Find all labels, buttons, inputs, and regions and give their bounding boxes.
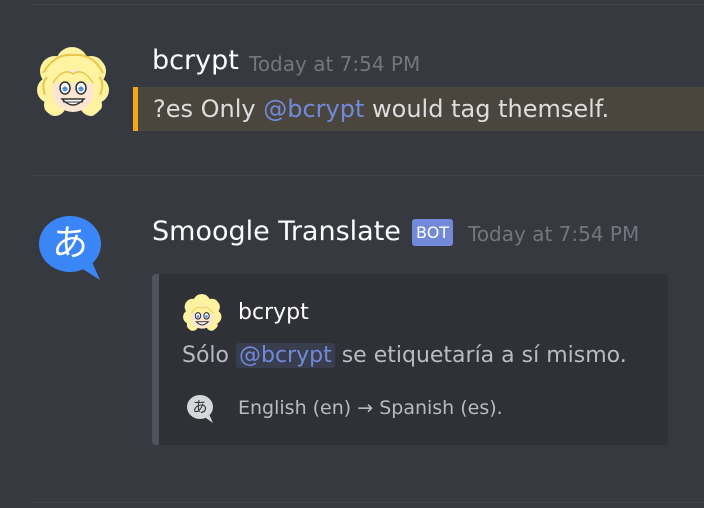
message-timestamp[interactable]: Today at 7:54 PM (468, 222, 639, 246)
footer-icon-glyph: あ (192, 398, 208, 416)
bcrypt-avatar-icon (37, 47, 109, 116)
translation-embed: bcrypt Sólo @bcrypt se etiquetaría a sí … (152, 274, 668, 445)
message-divider (32, 175, 704, 176)
embed-author-name[interactable]: bcrypt (238, 300, 309, 326)
bot-tag: BOT (412, 219, 454, 246)
embed-user-mention[interactable]: @bcrypt (236, 343, 335, 368)
embed-text-suffix: se etiquetaría a sí mismo. (334, 343, 627, 368)
message-author[interactable]: bcrypt (152, 45, 239, 77)
message-text-suffix: would tag themself. (364, 95, 610, 123)
translate-avatar-glyph: あ (51, 223, 88, 264)
message-author[interactable]: Smoogle Translate (152, 216, 401, 248)
user-mention[interactable]: @bcrypt (263, 95, 364, 123)
embed-text-prefix: Sólo (182, 343, 236, 368)
message-content: ?es Only @bcrypt would tag themself. (153, 94, 609, 124)
embed-author-avatar[interactable] (182, 294, 222, 334)
bottom-divider (32, 502, 704, 503)
top-divider (32, 4, 704, 5)
message-timestamp[interactable]: Today at 7:54 PM (249, 52, 420, 76)
bcrypt-avatar[interactable] (35, 47, 110, 122)
embed-footer-text: English (en) → Spanish (es). (238, 397, 503, 419)
embed-color-bar (152, 274, 159, 445)
mention-highlight-bar (133, 87, 138, 131)
message-text-prefix: ?es Only (153, 95, 264, 123)
bcrypt-avatar-small-icon (183, 294, 222, 331)
embed-footer-icon: あ (186, 394, 216, 424)
smoogle-translate-avatar[interactable]: あ (38, 214, 106, 282)
embed-description: Sólo @bcrypt se etiquetaría a sí mismo. (182, 341, 627, 371)
